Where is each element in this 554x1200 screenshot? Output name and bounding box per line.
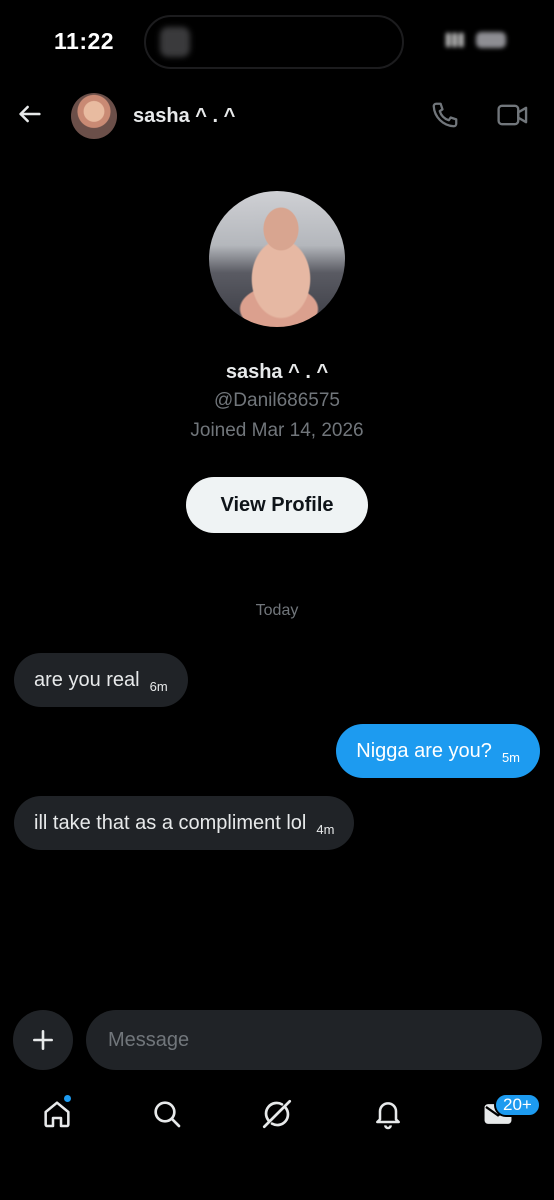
plus-icon: [33, 1030, 53, 1050]
avatar[interactable]: [71, 93, 117, 139]
message-bubble-incoming[interactable]: ill take that as a compliment lol 4m: [14, 796, 355, 850]
message-text: are you real: [34, 668, 140, 691]
add-attachment-button[interactable]: [13, 1010, 73, 1070]
message-text: ill take that as a compliment lol: [34, 811, 307, 834]
header-username[interactable]: sasha ^ . ^: [133, 105, 235, 128]
conversation-header: sasha ^ . ^: [0, 84, 554, 148]
message-text: Nigga are you?: [356, 739, 492, 762]
voice-call-button[interactable]: [430, 100, 462, 132]
nav-grok[interactable]: [259, 1096, 295, 1132]
profile-handle: @Danil686575: [214, 390, 340, 411]
video-camera-icon: [497, 104, 528, 126]
date-divider: Today: [255, 602, 299, 619]
home-notification-dot: [63, 1094, 72, 1103]
bottom-navigation: 20+: [0, 1082, 554, 1152]
messages-count-badge: 20+: [494, 1093, 541, 1117]
bell-icon: [376, 1102, 400, 1130]
phone-icon: [432, 102, 458, 128]
status-bar: 11:22: [0, 0, 554, 84]
profile-name: sasha ^ . ^: [225, 361, 329, 383]
message-input[interactable]: [86, 1010, 542, 1070]
nav-notifications[interactable]: [370, 1096, 406, 1132]
message-timestamp: 4m: [316, 821, 335, 837]
status-time: 11:22: [54, 28, 115, 54]
profile-joined-date: Joined Mar 14, 2026: [190, 420, 364, 441]
video-call-button[interactable]: [496, 100, 532, 132]
view-profile-button[interactable]: View Profile: [186, 477, 368, 533]
back-button[interactable]: [14, 98, 46, 130]
profile-photo[interactable]: [209, 191, 345, 327]
battery-icon: [476, 32, 506, 48]
signal-icon: [446, 33, 468, 47]
message-bubble-outgoing[interactable]: Nigga are you? 5m: [336, 724, 540, 778]
message-bubble-incoming[interactable]: are you real 6m: [14, 653, 188, 707]
arrow-left-icon: [19, 105, 41, 123]
message-timestamp: 5m: [501, 749, 520, 765]
grok-icon: [262, 1099, 292, 1129]
nav-search[interactable]: [149, 1096, 185, 1132]
dynamic-island: [144, 15, 404, 69]
message-timestamp: 6m: [149, 678, 168, 694]
search-icon: [154, 1101, 181, 1128]
status-icons: [446, 32, 506, 48]
island-activity-icon: [160, 27, 190, 57]
